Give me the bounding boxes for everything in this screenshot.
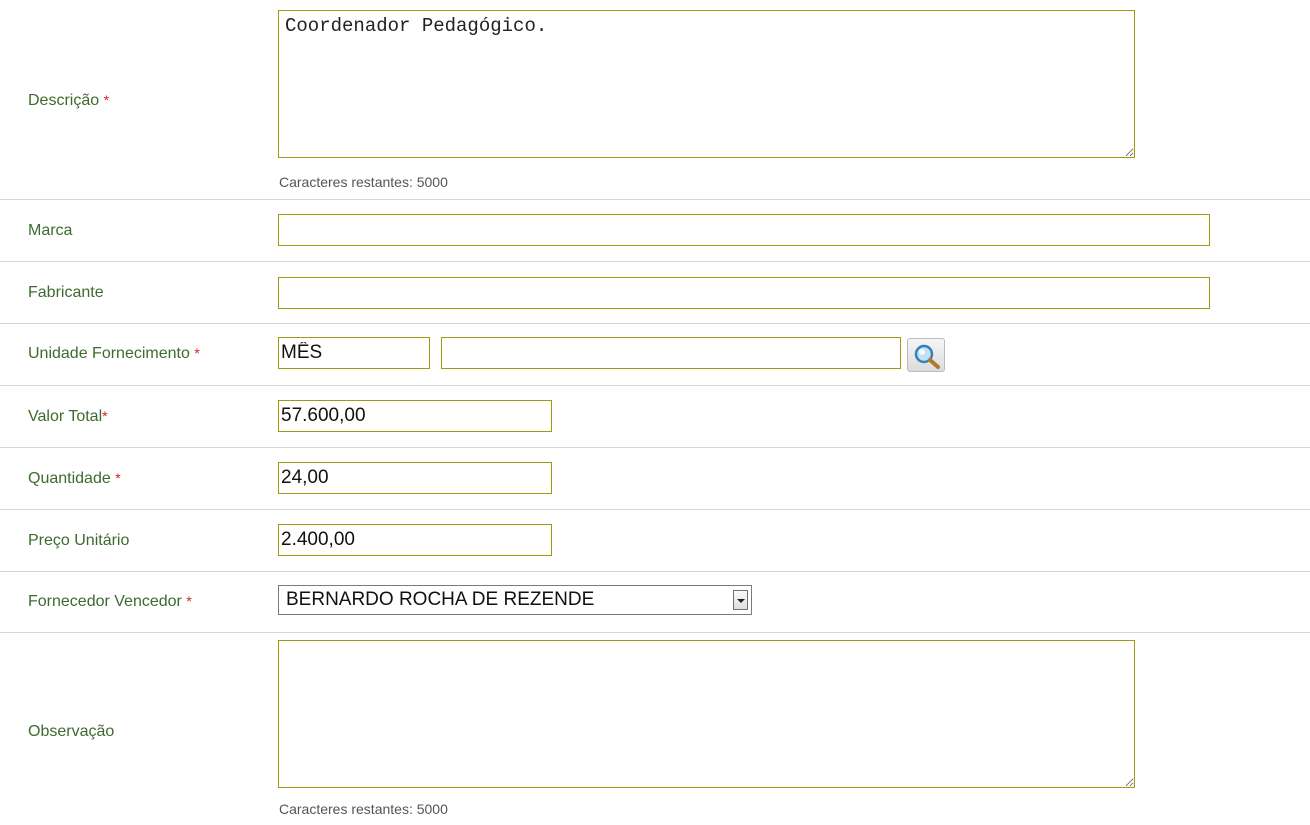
dropdown-arrow-icon[interactable] [733, 590, 748, 610]
quantidade-label: Quantidade * [28, 470, 121, 488]
magnifier-icon [914, 344, 940, 369]
row-observacao: Observação Caracteres restantes: 5000 [0, 633, 1310, 825]
row-marca: Marca [0, 200, 1310, 262]
fornecedor-selected-value: BERNARDO ROCHA DE REZENDE [286, 589, 595, 610]
required-mark: * [115, 470, 121, 486]
row-unidade-fornecimento: Unidade Fornecimento * [0, 324, 1310, 386]
counter-label: Caracteres restantes: [279, 801, 413, 817]
fornecedor-vencedor-label-text: Fornecedor Vencedor [28, 593, 182, 610]
descricao-label: Descrição * [28, 92, 109, 110]
unidade-lookup-button[interactable] [907, 338, 945, 372]
marca-label: Marca [28, 222, 73, 239]
preco-unitario-input[interactable] [278, 524, 552, 556]
counter-value: 5000 [416, 174, 448, 190]
counter-value: 5000 [416, 801, 448, 817]
unidade-fornecimento-label: Unidade Fornecimento * [28, 345, 200, 363]
marca-input[interactable] [278, 214, 1210, 246]
counter-label: Caracteres restantes: [279, 174, 413, 190]
row-valor-total: Valor Total* [0, 386, 1310, 448]
row-fabricante: Fabricante [0, 262, 1310, 324]
fabricante-input[interactable] [278, 277, 1210, 309]
row-descricao: Descrição * Coordenador Pedagógico. Cara… [0, 0, 1310, 200]
observacao-label: Observação [28, 723, 115, 740]
preco-unitario-label: Preço Unitário [28, 532, 130, 549]
observacao-textarea[interactable] [278, 640, 1135, 788]
required-mark: * [103, 92, 110, 108]
item-form: Descrição * Coordenador Pedagógico. Cara… [0, 0, 1310, 825]
fornecedor-vencedor-select[interactable]: BERNARDO ROCHA DE REZENDE [278, 585, 752, 615]
unidade-fornecimento-label-text: Unidade Fornecimento [28, 345, 190, 362]
valor-total-label-text: Valor Total [28, 408, 103, 425]
required-mark: * [194, 345, 200, 361]
quantidade-label-text: Quantidade [28, 470, 111, 487]
fabricante-label: Fabricante [28, 284, 104, 301]
row-quantidade: Quantidade * [0, 448, 1310, 510]
unidade-description-input[interactable] [441, 337, 901, 369]
fornecedor-vencedor-label: Fornecedor Vencedor * [28, 593, 192, 611]
descricao-char-counter: Caracteres restantes: 5000 [279, 174, 448, 190]
unidade-code-input[interactable] [278, 337, 430, 369]
quantidade-input[interactable] [278, 462, 552, 494]
observacao-char-counter: Caracteres restantes: 5000 [279, 801, 448, 817]
required-mark: * [102, 408, 108, 424]
row-preco-unitario: Preço Unitário [0, 510, 1310, 572]
valor-total-label: Valor Total* [28, 408, 108, 426]
required-mark: * [186, 593, 192, 609]
descricao-label-text: Descrição [28, 92, 100, 109]
valor-total-input[interactable] [278, 400, 552, 432]
descricao-textarea[interactable]: Coordenador Pedagógico. [278, 10, 1135, 158]
